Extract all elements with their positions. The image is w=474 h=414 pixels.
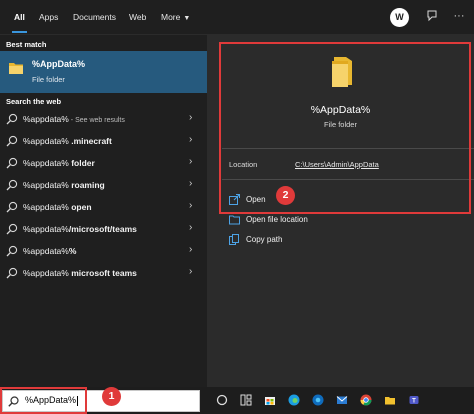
action-copy-path[interactable]: Copy path: [207, 230, 474, 250]
more-options-icon[interactable]: ···: [452, 9, 466, 23]
web-result-suffix: microsoft teams: [68, 268, 137, 278]
chevron-right-icon[interactable]: ›: [189, 266, 192, 277]
search-tab-bar: All Apps Documents Web More ▼ W ···: [0, 0, 474, 35]
svg-text:T: T: [412, 398, 416, 404]
highlight-search-box: [0, 387, 87, 414]
tab-documents[interactable]: Documents: [73, 0, 116, 35]
best-match-title: %AppData%: [32, 59, 86, 69]
edge-icon[interactable]: [288, 394, 300, 406]
web-result-text: %appdata% roaming: [23, 180, 105, 190]
tab-apps[interactable]: Apps: [39, 0, 58, 35]
web-result-query: %appdata%: [23, 114, 69, 124]
file-location-icon: [229, 215, 240, 225]
chevron-right-icon[interactable]: ›: [189, 134, 192, 145]
tab-more-label: More: [161, 12, 181, 22]
web-result-suffix: .minecraft: [68, 136, 112, 146]
web-result-query: %appdata%: [23, 246, 69, 256]
search-icon: [6, 179, 18, 191]
web-result-text: %appdata% folder: [23, 158, 95, 168]
web-result-query: %appdata%: [23, 158, 69, 168]
best-match-heading: Best match: [6, 40, 47, 49]
web-result-item[interactable]: %appdata%% ›: [0, 241, 207, 263]
web-result-item[interactable]: %appdata% open ›: [0, 197, 207, 219]
copy-icon: [229, 234, 239, 245]
web-result-item[interactable]: %appdata% microsoft teams ›: [0, 263, 207, 285]
search-icon: [6, 113, 18, 125]
avatar[interactable]: W: [390, 8, 409, 27]
web-result-suffix: /microsoft/teams: [68, 224, 137, 234]
web-result-query: %appdata%: [23, 268, 69, 278]
chrome-icon[interactable]: [360, 394, 372, 406]
best-match-item[interactable]: %AppData% File folder: [0, 51, 207, 93]
file-explorer-icon[interactable]: [384, 394, 396, 406]
tab-all[interactable]: All: [12, 0, 27, 35]
search-icon: [6, 223, 18, 235]
web-result-text: %appdata% .minecraft: [23, 136, 112, 146]
folder-icon: [9, 63, 23, 74]
mail-icon[interactable]: [336, 394, 348, 406]
feedback-icon[interactable]: [425, 9, 439, 23]
results-panel: Best match %AppData% File folder Search …: [0, 35, 207, 387]
widgets-icon[interactable]: [240, 394, 252, 406]
search-icon: [6, 267, 18, 279]
web-result-suffix: roaming: [68, 180, 105, 190]
tab-web[interactable]: Web: [129, 0, 146, 35]
search-icon: [6, 135, 18, 147]
web-result-text: %appdata%%: [23, 246, 76, 256]
web-result-query: %appdata%: [23, 224, 69, 234]
teams-icon[interactable]: T: [408, 394, 420, 406]
action-copy-path-label: Copy path: [246, 235, 283, 244]
web-result-suffix: %: [68, 246, 77, 256]
web-heading: Search the web: [6, 97, 62, 106]
chevron-right-icon[interactable]: ›: [189, 200, 192, 211]
task-view-icon[interactable]: [216, 394, 228, 406]
best-match-subtitle: File folder: [32, 75, 65, 84]
store-icon[interactable]: [264, 394, 276, 406]
chevron-right-icon[interactable]: ›: [189, 244, 192, 255]
chevron-right-icon[interactable]: ›: [189, 112, 192, 123]
highlight-detail-box: [219, 42, 471, 214]
action-open-file-location-label: Open file location: [246, 215, 308, 224]
web-result-item[interactable]: %appdata%/microsoft/teams ›: [0, 219, 207, 241]
web-result-item[interactable]: %appdata% folder ›: [0, 153, 207, 175]
tab-more[interactable]: More ▼: [161, 0, 190, 35]
edge-beta-icon[interactable]: [312, 394, 324, 406]
web-result-query: %appdata%: [23, 180, 69, 190]
chevron-right-icon[interactable]: ›: [189, 178, 192, 189]
search-icon: [6, 201, 18, 213]
chevron-right-icon[interactable]: ›: [189, 156, 192, 167]
web-result-text: %appdata%/microsoft/teams: [23, 224, 137, 234]
chevron-right-icon[interactable]: ›: [189, 222, 192, 233]
web-result-text: %appdata% - See web results: [23, 114, 125, 124]
search-icon: [6, 157, 18, 169]
annotation-badge-2: 2: [276, 186, 295, 205]
web-result-item[interactable]: %appdata% .minecraft ›: [0, 131, 207, 153]
search-icon: [6, 245, 18, 257]
web-result-suffix: open: [68, 202, 92, 212]
web-result-query: %appdata%: [23, 202, 69, 212]
web-result-text: %appdata% microsoft teams: [23, 268, 137, 278]
web-result-note: - See web results: [68, 117, 125, 124]
chevron-down-icon: ▼: [183, 15, 191, 22]
web-result-item[interactable]: %appdata% roaming ›: [0, 175, 207, 197]
web-result-text: %appdata% open: [23, 202, 92, 212]
web-result-suffix: folder: [68, 158, 95, 168]
annotation-badge-1: 1: [102, 387, 121, 406]
web-result-item[interactable]: %appdata% - See web results ›: [0, 109, 207, 131]
web-result-query: %appdata%: [23, 136, 69, 146]
